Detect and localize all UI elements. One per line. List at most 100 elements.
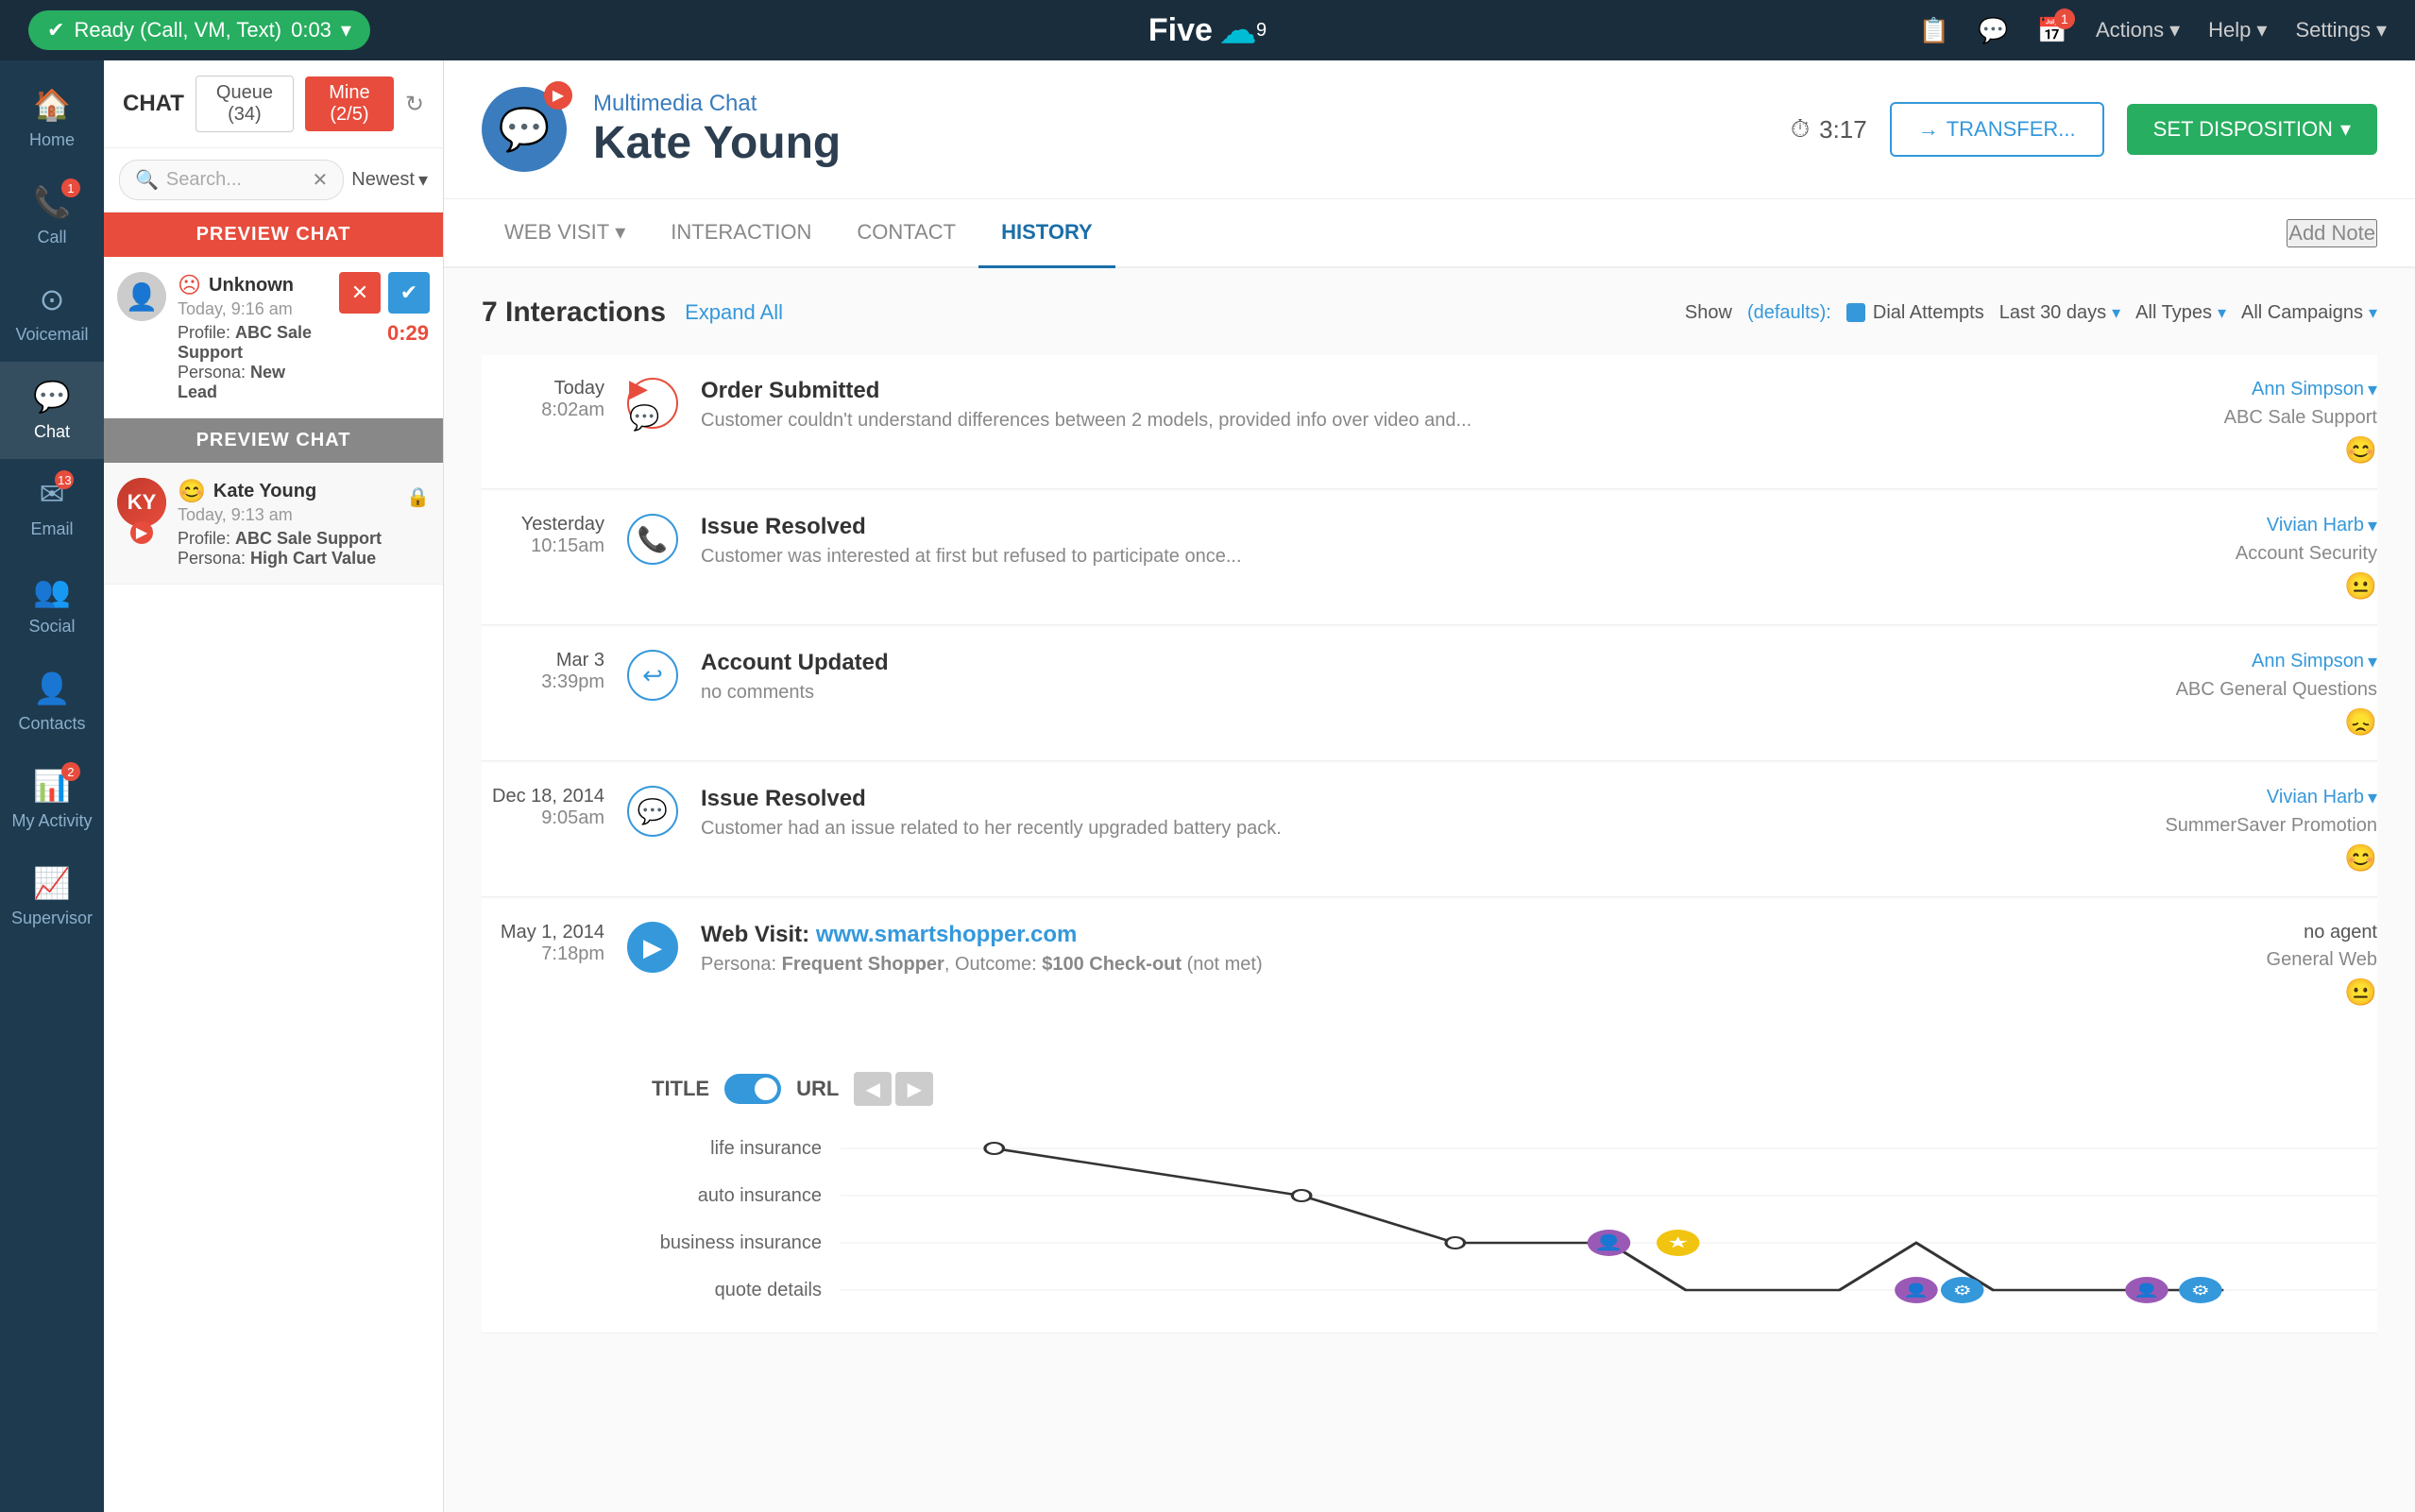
agent-name-3: Vivian Harb ▾	[2267, 786, 2377, 809]
sidebar-item-social[interactable]: 👥 Social	[0, 556, 104, 654]
campaign-name-2: ABC General Questions	[2176, 679, 2377, 701]
activity-icon: 📊 2	[33, 768, 71, 804]
dial-attempts-checkbox[interactable]	[1846, 303, 1865, 322]
interaction-body-4: Web Visit: www.smartshopper.com Persona:…	[701, 922, 2166, 976]
web-visit-url[interactable]: www.smartshopper.com	[816, 922, 1078, 947]
sidebar-item-chat[interactable]: 💬 Chat	[0, 362, 104, 459]
svg-text:👤: 👤	[1903, 1283, 1930, 1299]
sidebar-item-home[interactable]: 🏠 Home	[0, 70, 104, 167]
sidebar-item-activity[interactable]: 📊 2 My Activity	[0, 751, 104, 848]
set-disposition-button[interactable]: SET DISPOSITION ▾	[2127, 104, 2377, 155]
preview-chat-header-1: PREVIEW CHAT	[104, 212, 443, 257]
chart-area: 👤 ★ 👤 ⚙	[841, 1125, 2377, 1314]
help-menu[interactable]: Help ▾	[2208, 18, 2267, 42]
tab-history[interactable]: HISTORY	[978, 199, 1115, 268]
newest-arrow-icon: ▾	[418, 168, 428, 192]
all-campaigns-label: All Campaigns	[2241, 302, 2363, 324]
status-text: Ready (Call, VM, Text)	[74, 18, 281, 42]
sidebar-item-contacts[interactable]: 👤 Contacts	[0, 654, 104, 751]
prev-arrow-button[interactable]: ◀	[854, 1072, 892, 1106]
sidebar-item-supervisor[interactable]: 📈 Supervisor	[0, 848, 104, 945]
sentiment-icon-0: 😊	[2344, 434, 2377, 466]
chat-item-name-1: Unknown	[209, 275, 294, 297]
agent-name-0: Ann Simpson ▾	[2252, 378, 2377, 401]
mine-button[interactable]: Mine (2/5)	[305, 76, 394, 131]
nav-center: Five ☁ 9	[1148, 9, 1267, 52]
supervisor-icon: 📈	[33, 865, 71, 901]
sidebar-label-email: Email	[30, 519, 73, 539]
set-disposition-label: SET DISPOSITION	[2153, 117, 2333, 142]
ready-status-badge[interactable]: ✔ Ready (Call, VM, Text) 0:03 ▾	[28, 10, 370, 50]
top-nav: ✔ Ready (Call, VM, Text) 0:03 ▾ Five ☁ 9…	[0, 0, 2415, 60]
table-row[interactable]: May 1, 2014 7:18pm ▶ Web Visit: www.smar…	[482, 899, 2377, 1334]
chat-item-time-1: Today, 9:16 am	[178, 299, 328, 319]
list-item[interactable]: KY ▶ 😊 Kate Young Today, 9:13 am Profile…	[104, 463, 443, 585]
settings-label: Settings	[2295, 18, 2371, 42]
interaction-title-2: Account Updated	[701, 650, 2153, 676]
table-row[interactable]: Today 8:02am ▶💬 Order Submitted Customer…	[482, 355, 2377, 489]
sidebar: 🏠 Home 📞 1 Call ⊙ Voicemail 💬 Chat ✉ 13 …	[0, 60, 104, 1512]
list-item[interactable]: 👤 ☹ Unknown Today, 9:16 am Profile: ABC …	[104, 257, 443, 418]
chat-bubble-icon: 💬	[499, 105, 551, 154]
newest-select[interactable]: Newest ▾	[351, 168, 428, 192]
accept-button[interactable]: ✔	[388, 272, 430, 314]
time-label-0: 8:02am	[482, 399, 604, 421]
clear-search-icon[interactable]: ✕	[312, 168, 328, 192]
chat-item-persona-2: Persona: High Cart Value	[178, 549, 395, 569]
refresh-icon[interactable]: ↻	[405, 91, 424, 118]
tab-web-visit[interactable]: WEB VISIT ▾	[482, 199, 648, 268]
dropdown-arrow-icon: ▾	[341, 18, 351, 42]
social-icon: 👥	[33, 573, 71, 609]
chat-item-actions-1: ✕ ✔	[339, 272, 430, 314]
contact-name-block: Multimedia Chat Kate Young	[593, 91, 1764, 169]
interaction-meta-0: Ann Simpson ▾ ABC Sale Support 😊	[2188, 378, 2377, 466]
title-url-toggle-switch[interactable]	[724, 1074, 781, 1104]
expand-all-button[interactable]: Expand All	[685, 300, 783, 325]
last-days-filter[interactable]: Last 30 days ▾	[1999, 302, 2120, 324]
table-row[interactable]: Yesterday 10:15am 📞 Issue Resolved Custo…	[482, 491, 2377, 625]
tab-contact[interactable]: CONTACT	[834, 199, 978, 268]
web-visit-detail: TITLE URL ◀ ▶ life	[482, 1053, 2377, 1333]
status-timer: 0:03	[291, 18, 332, 42]
chat-item-profile-2: Profile: ABC Sale Support	[178, 529, 395, 549]
all-types-filter[interactable]: All Types ▾	[2135, 302, 2226, 324]
notes-icon[interactable]: 📋	[1919, 16, 1949, 45]
interaction-date-0: Today 8:02am	[482, 378, 604, 421]
sentiment-icon-2: 😞	[2344, 706, 2377, 738]
sidebar-item-call[interactable]: 📞 1 Call	[0, 167, 104, 264]
chat-item-info-2: 😊 Kate Young Today, 9:13 am Profile: ABC…	[178, 478, 395, 569]
campaign-name-3: SummerSaver Promotion	[2165, 815, 2377, 837]
tab-interaction[interactable]: INTERACTION	[648, 199, 834, 268]
sidebar-item-voicemail[interactable]: ⊙ Voicemail	[0, 264, 104, 362]
transfer-button[interactable]: → TRANSFER...	[1890, 102, 2104, 157]
interaction-desc-2: no comments	[701, 682, 2153, 704]
settings-menu[interactable]: Settings ▾	[2295, 18, 2387, 42]
calendar-icon[interactable]: 📅 1	[2037, 16, 2067, 45]
chat-icon[interactable]: 💬	[1978, 16, 2008, 45]
agent-dropdown-icon: ▾	[2368, 786, 2377, 809]
nav-right: 📋 💬 📅 1 Actions ▾ Help ▾ Settings ▾	[1919, 16, 2387, 45]
chat-item-name-2: Kate Young	[213, 481, 316, 502]
video-badge-icon: ▶	[130, 521, 153, 544]
reject-button[interactable]: ✕	[339, 272, 381, 314]
table-row[interactable]: Mar 3 3:39pm ↩ Account Updated no commen…	[482, 627, 2377, 761]
search-input-container[interactable]: 🔍 Search... ✕	[119, 160, 344, 200]
transfer-arrow-icon: →	[1918, 117, 1939, 142]
interaction-body-0: Order Submitted Customer couldn't unders…	[701, 378, 2166, 432]
agent-name-1: Vivian Harb ▾	[2267, 514, 2377, 537]
table-row[interactable]: Dec 18, 2014 9:05am 💬 Issue Resolved Cus…	[482, 763, 2377, 897]
svg-text:👤: 👤	[2134, 1283, 2160, 1299]
search-placeholder: Search...	[166, 169, 242, 191]
search-icon: 🔍	[135, 168, 159, 192]
dial-attempts-filter[interactable]: Dial Attempts	[1846, 302, 1984, 324]
add-note-button[interactable]: Add Note	[2287, 219, 2377, 247]
interaction-icon-2: ↩	[627, 650, 678, 701]
sidebar-item-email[interactable]: ✉ 13 Email	[0, 459, 104, 556]
queue-button[interactable]: Queue (34)	[196, 76, 294, 132]
all-campaigns-filter[interactable]: All Campaigns ▾	[2241, 302, 2377, 324]
sidebar-label-supervisor: Supervisor	[11, 909, 93, 928]
interaction-title-4: Web Visit: www.smartshopper.com	[701, 922, 2166, 948]
date-label-4: May 1, 2014	[482, 922, 604, 943]
actions-menu[interactable]: Actions ▾	[2096, 18, 2180, 42]
next-arrow-button[interactable]: ▶	[895, 1072, 933, 1106]
